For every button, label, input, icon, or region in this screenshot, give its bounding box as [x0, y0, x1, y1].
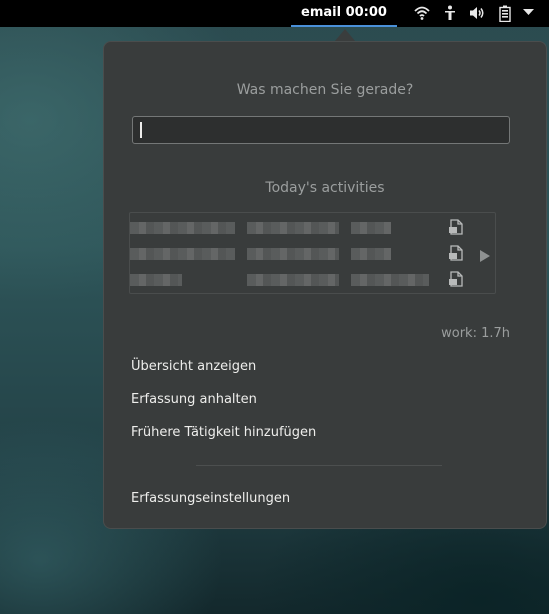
popup-pointer — [335, 29, 355, 41]
accessibility-icon[interactable] — [443, 5, 457, 21]
menu-separator — [196, 465, 442, 466]
edit-document-icon[interactable] — [448, 219, 464, 239]
resume-play-icon[interactable] — [480, 247, 490, 266]
activity-row[interactable] — [130, 270, 495, 288]
edit-document-icon[interactable] — [448, 271, 464, 291]
redacted-time — [130, 274, 182, 286]
top-panel: email 00:00 — [0, 0, 549, 27]
redacted-activity — [247, 222, 339, 234]
todays-activities-list — [129, 212, 496, 294]
stop-tracking-item[interactable]: Erfassung anhalten — [131, 392, 257, 407]
activity-prompt-label: Was machen Sie gerade? — [236, 82, 414, 98]
redacted-duration — [351, 248, 391, 260]
text-cursor — [140, 122, 142, 138]
redacted-time — [130, 248, 235, 260]
redacted-time — [130, 222, 235, 234]
redacted-duration — [351, 222, 391, 234]
tracking-settings-item[interactable]: Erfassungseinstellungen — [131, 491, 290, 506]
wifi-icon[interactable] — [414, 5, 430, 21]
redacted-duration — [351, 274, 429, 286]
redacted-activity — [247, 274, 339, 286]
activity-input[interactable] — [132, 116, 510, 144]
work-total-label: work: 1.7h — [441, 326, 510, 341]
todays-activities-heading: Today's activities — [265, 180, 385, 196]
activity-row[interactable] — [130, 244, 495, 262]
volume-icon[interactable] — [469, 5, 486, 21]
system-menu-arrow-icon[interactable] — [523, 9, 534, 16]
edit-document-icon[interactable] — [448, 245, 464, 265]
time-tracker-popup: Was machen Sie gerade? Today's activitie… — [103, 41, 547, 529]
show-overview-item[interactable]: Übersicht anzeigen — [131, 359, 256, 374]
time-tracker-indicator[interactable]: email 00:00 — [291, 0, 397, 27]
tracker-label: email 00:00 — [301, 5, 387, 20]
redacted-activity — [247, 248, 339, 260]
activity-row[interactable] — [130, 218, 495, 236]
add-earlier-activity-item[interactable]: Frühere Tätigkeit hinzufügen — [131, 425, 316, 440]
battery-icon[interactable] — [499, 5, 511, 22]
